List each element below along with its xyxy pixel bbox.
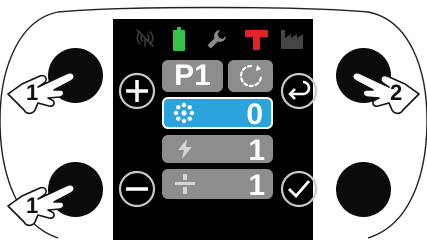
counter-row-highlighted[interactable]: 0 <box>162 97 273 131</box>
counter-row[interactable]: 1 <box>162 134 273 167</box>
row-value: 0 <box>246 98 263 131</box>
finger-press-icon <box>7 183 76 227</box>
confirm-button[interactable] <box>279 169 319 209</box>
row-value: 1 <box>248 134 265 167</box>
plus-button[interactable] <box>117 71 157 111</box>
torque-tool-icon <box>245 30 268 50</box>
back-button[interactable] <box>279 71 319 111</box>
factory-icon <box>281 30 303 49</box>
cycle-icon <box>239 64 262 88</box>
callout-number: 1 <box>26 193 39 218</box>
row-value: 1 <box>248 169 265 202</box>
split-icon <box>175 174 195 194</box>
hardware-button-bottom-right[interactable] <box>336 162 391 217</box>
lightning-icon <box>178 139 192 159</box>
battery-icon <box>173 27 185 51</box>
counter-row[interactable]: 1 <box>162 169 273 202</box>
cycle-chip[interactable] <box>228 60 273 92</box>
callout-number: 2 <box>390 80 403 105</box>
minus-button[interactable] <box>117 169 157 209</box>
signal-off-icon <box>136 29 154 47</box>
program-label: P1 <box>174 59 211 92</box>
dots-circle-icon <box>173 102 195 124</box>
finger-press-icon <box>351 71 420 115</box>
wrench-icon <box>207 30 226 49</box>
callout-number: 1 <box>26 80 39 105</box>
finger-press-icon <box>7 71 76 115</box>
display-screen: P1 0 1 1 <box>113 19 318 240</box>
program-chip[interactable]: P1 <box>162 60 223 92</box>
